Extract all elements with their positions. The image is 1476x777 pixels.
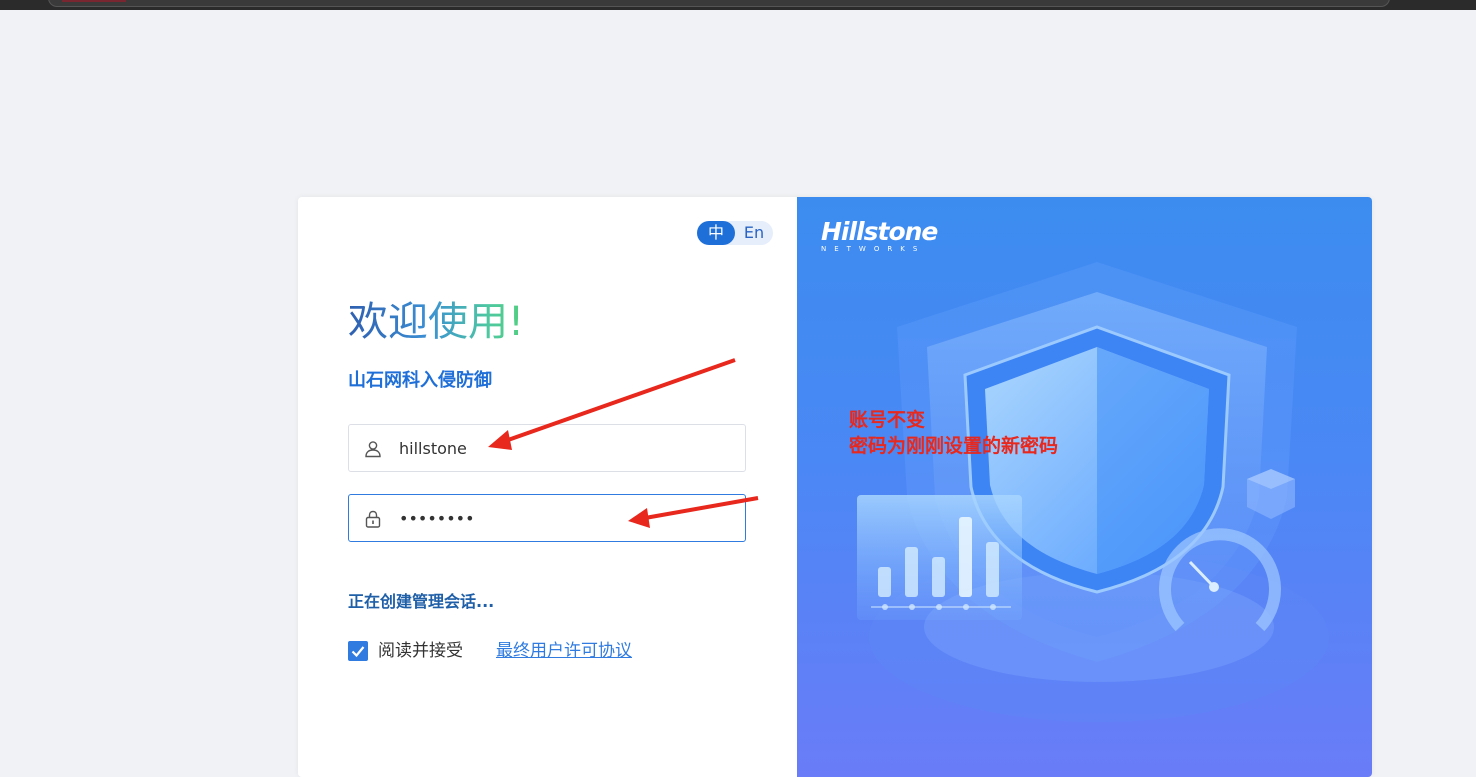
agree-checkbox[interactable] <box>348 641 368 661</box>
agree-label: 阅读并接受 <box>378 641 463 661</box>
browser-tab-strip <box>48 0 1390 7</box>
password-field[interactable] <box>348 494 746 542</box>
security-illustration <box>857 262 1329 722</box>
browser-tab-accent <box>62 0 126 2</box>
hillstone-logo: Hillstone <box>821 217 938 246</box>
browser-chrome-bar <box>0 0 1476 10</box>
language-switcher: 中 En <box>697 221 773 245</box>
hillstone-logo-sub: NETWORKS <box>821 245 926 253</box>
user-icon <box>365 441 381 458</box>
lang-en-button[interactable]: En <box>737 221 771 245</box>
status-message: 正在创建管理会话... <box>348 592 495 611</box>
license-link[interactable]: 最终用户许可协议 <box>496 640 632 662</box>
username-input[interactable] <box>399 425 729 471</box>
check-icon <box>351 646 365 658</box>
lock-icon <box>365 510 381 528</box>
username-field[interactable] <box>348 424 746 472</box>
brand-panel: Hillstone NETWORKS 账号不变 密码为刚刚设置的新密码 <box>797 197 1372 777</box>
login-card: 中 En 欢迎使用! 山石网科入侵防御 正在创建管理会话... <box>298 197 1372 777</box>
password-input[interactable] <box>399 495 729 541</box>
annotation-line-1: 账号不变 <box>849 409 926 431</box>
lang-zh-button[interactable]: 中 <box>697 221 735 245</box>
welcome-title: 欢迎使用! <box>348 299 525 345</box>
product-name: 山石网科入侵防御 <box>348 370 492 391</box>
annotation-note: 账号不变 密码为刚刚设置的新密码 <box>849 407 1058 459</box>
login-form-panel: 中 En 欢迎使用! 山石网科入侵防御 正在创建管理会话... <box>298 197 797 777</box>
annotation-line-2: 密码为刚刚设置的新密码 <box>849 435 1059 457</box>
